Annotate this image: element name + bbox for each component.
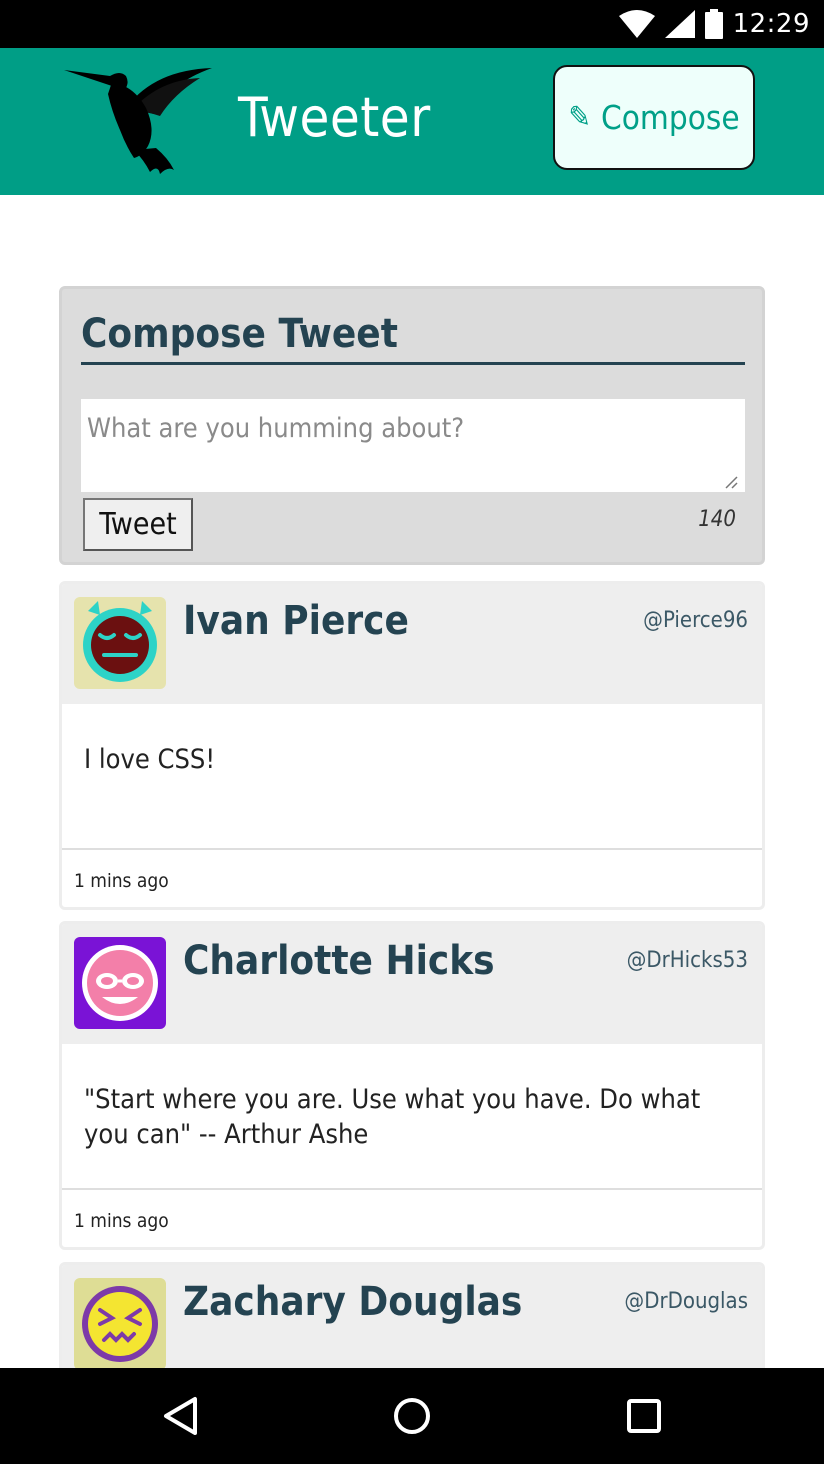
avatar (74, 597, 166, 689)
back-icon[interactable] (161, 1396, 201, 1436)
avatar (74, 1278, 166, 1370)
sleepy-face-icon (83, 601, 157, 682)
tweet-author-handle: @DrDouglas (624, 1289, 748, 1314)
tweet-author-name: Zachary Douglas (183, 1279, 523, 1325)
tweet-card: Ivan Pierce @Pierce96 I love CSS! 1 mins… (59, 581, 765, 910)
recents-icon[interactable] (624, 1396, 664, 1436)
cell-signal-icon (664, 10, 695, 38)
compose-button[interactable]: ✎ Compose (553, 65, 755, 170)
status-time: 12:29 (732, 9, 810, 39)
tweet-text: "Start where you are. Use what you have.… (62, 1044, 762, 1190)
battery-icon (704, 9, 723, 39)
wifi-icon (618, 10, 655, 38)
resize-grip-icon[interactable] (724, 475, 738, 489)
tweet-card: Charlotte Hicks @DrHicks53 "Start where … (59, 921, 765, 1250)
tweet-timestamp: 1 mins ago (74, 870, 169, 892)
tweet-text: I love CSS! (62, 704, 762, 850)
tweet-author-handle: @Pierce96 (643, 608, 748, 633)
tweet-header: Ivan Pierce @Pierce96 (62, 584, 762, 704)
home-icon[interactable] (392, 1396, 432, 1436)
tweet-header: Zachary Douglas @DrDouglas (62, 1265, 762, 1385)
tweet-textarea[interactable] (81, 399, 745, 492)
system-nav-bar (0, 1368, 824, 1464)
avatar (74, 937, 166, 1029)
compose-heading: Compose Tweet (81, 311, 745, 365)
compose-button-label: Compose (601, 98, 740, 137)
squint-face-icon (82, 1286, 158, 1362)
hummingbird-logo (64, 68, 212, 174)
compose-tweet-panel: Compose Tweet Tweet 140 (59, 286, 765, 565)
tweet-submit-button[interactable]: Tweet (83, 498, 193, 551)
tweet-header: Charlotte Hicks @DrHicks53 (62, 924, 762, 1044)
tweet-author-name: Charlotte Hicks (183, 938, 495, 984)
tweet-author-handle: @DrHicks53 (626, 948, 748, 973)
tweet-author-name: Ivan Pierce (183, 598, 409, 644)
pencil-icon: ✎ (568, 100, 592, 135)
app-header: Tweeter ✎ Compose (0, 48, 824, 195)
tweet-timestamp: 1 mins ago (74, 1210, 169, 1232)
app-title: Tweeter (238, 86, 431, 149)
char-counter: 140 (698, 507, 736, 532)
nerd-face-icon (82, 945, 158, 1021)
status-icons: 12:29 (618, 0, 810, 48)
status-bar: 12:29 (0, 0, 824, 48)
